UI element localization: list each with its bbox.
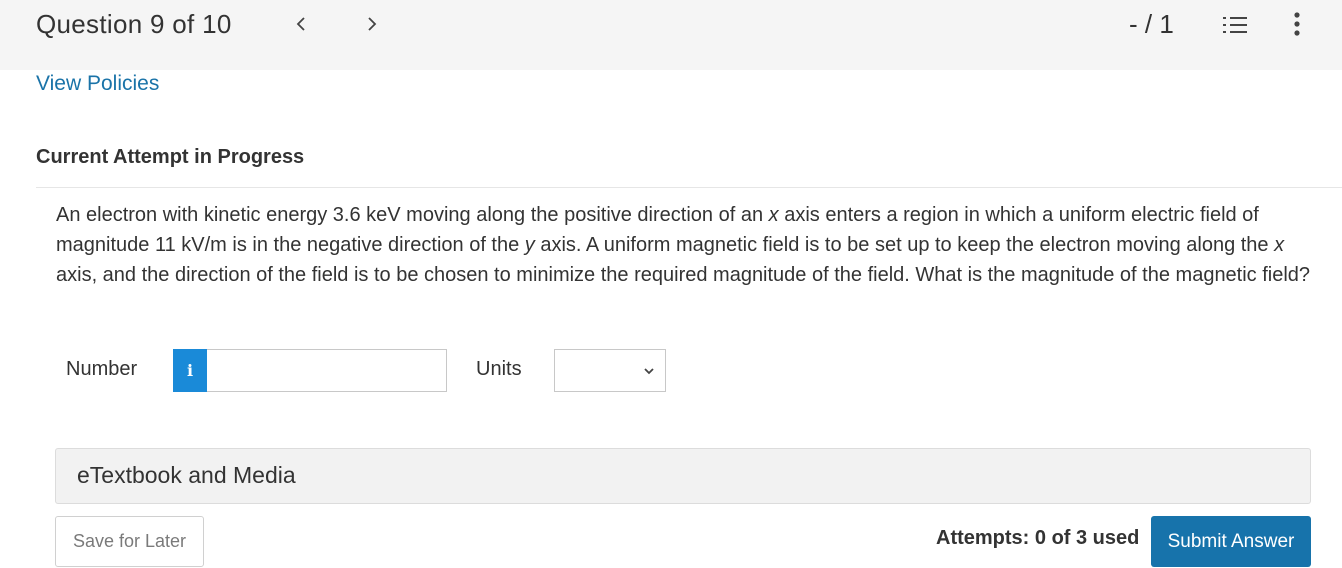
question-text-part: axis, and the direction of the field is … bbox=[56, 264, 1311, 286]
number-label: Number bbox=[66, 358, 138, 380]
question-variable: x bbox=[768, 204, 779, 226]
etextbook-media-panel[interactable]: eTextbook and Media bbox=[55, 448, 1311, 504]
chevron-left-icon bbox=[296, 17, 305, 31]
save-for-later-button[interactable]: Save for Later bbox=[55, 516, 204, 567]
more-options-button[interactable] bbox=[1287, 10, 1307, 38]
view-policies-link[interactable]: View Policies bbox=[36, 72, 159, 96]
units-select[interactable] bbox=[554, 349, 666, 392]
chevron-down-icon bbox=[644, 368, 654, 375]
previous-question-button[interactable] bbox=[289, 10, 313, 38]
next-question-button[interactable] bbox=[360, 10, 384, 38]
question-text: An electron with kinetic energy 3.6 keV … bbox=[56, 200, 1318, 290]
info-icon: i bbox=[186, 361, 194, 380]
question-variable: x bbox=[1274, 234, 1285, 256]
attempts-counter: Attempts: 0 of 3 used bbox=[936, 527, 1140, 549]
question-list-button[interactable] bbox=[1221, 12, 1249, 40]
more-vertical-icon bbox=[1294, 12, 1300, 36]
number-input[interactable] bbox=[207, 349, 447, 392]
units-label: Units bbox=[476, 358, 522, 380]
numbered-list-icon bbox=[1223, 17, 1247, 33]
question-text-part: An electron with kinetic energy 3.6 keV … bbox=[56, 204, 769, 226]
submit-answer-button[interactable]: Submit Answer bbox=[1151, 516, 1311, 567]
attempt-status-heading: Current Attempt in Progress bbox=[36, 146, 305, 168]
question-counter: Question 9 of 10 bbox=[36, 9, 232, 39]
question-variable: y bbox=[524, 234, 535, 256]
etextbook-media-label: eTextbook and Media bbox=[77, 462, 296, 488]
question-text-part: axis. A uniform magnetic field is to be … bbox=[534, 234, 1275, 256]
score-display: - / 1 bbox=[1129, 9, 1174, 39]
section-divider bbox=[36, 187, 1342, 188]
info-button[interactable]: i bbox=[173, 349, 207, 392]
top-bar: Question 9 of 10 - / 1 bbox=[0, 0, 1342, 70]
chevron-right-icon bbox=[368, 17, 377, 31]
